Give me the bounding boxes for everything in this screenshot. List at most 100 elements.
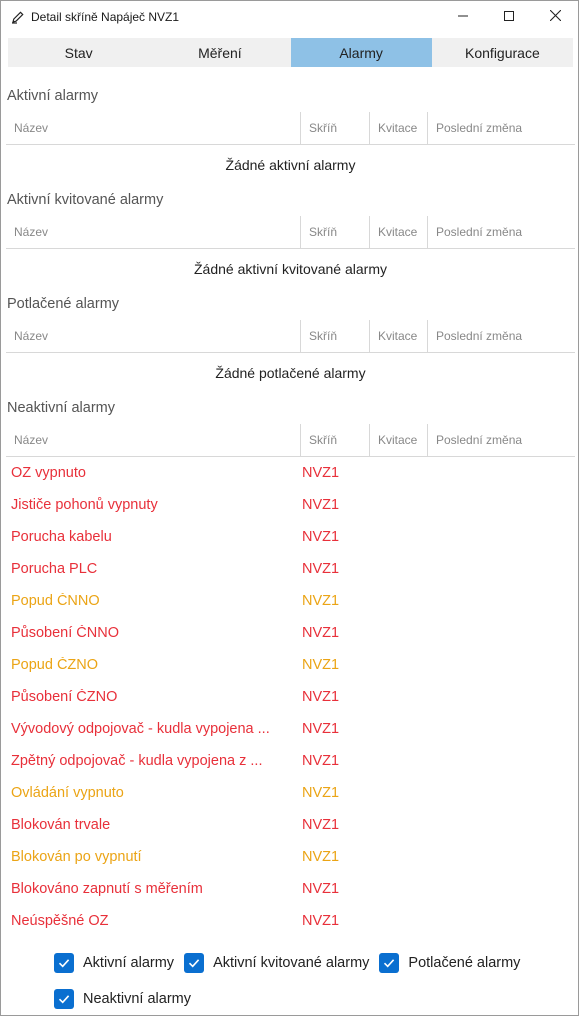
- alarm-name: Zpětný odpojovač - kudla vypojena z ...: [11, 753, 263, 769]
- alarm-row[interactable]: Porucha kabelu NVZ1: [6, 521, 575, 553]
- alarm-row[interactable]: Popud ČNNO NVZ1: [6, 585, 575, 617]
- alarms-panel: Aktivní alarmy Název Skříň Kvitace Posle…: [6, 81, 575, 937]
- column-header-name[interactable]: Název: [6, 320, 301, 352]
- alarm-box: NVZ1: [302, 721, 340, 737]
- alarm-name: Porucha PLC: [11, 561, 98, 577]
- inactive-alarms-header: Název Skříň Kvitace Poslední změna: [6, 423, 575, 457]
- alarm-name: Blokováno zapnutí s měřením: [11, 881, 203, 897]
- acked-alarms-title: Aktivní kvitované alarmy: [7, 192, 164, 208]
- alarm-row[interactable]: Jističe pohonů vypnuty NVZ1: [6, 489, 575, 521]
- alarm-box: NVZ1: [302, 529, 340, 545]
- alarm-name: Působení ČNNO: [11, 625, 119, 641]
- column-header-last-change[interactable]: Poslední změna: [428, 424, 575, 456]
- column-header-name[interactable]: Název: [6, 424, 301, 456]
- check-icon: [384, 959, 395, 968]
- column-header-name[interactable]: Název: [6, 216, 301, 248]
- tab-alarmy[interactable]: Alarmy: [290, 38, 432, 67]
- filter-active-alarms[interactable]: Aktivní alarmy: [54, 953, 174, 973]
- checkbox-checked[interactable]: [379, 953, 400, 973]
- alarm-box: NVZ1: [302, 689, 340, 705]
- filter-suppressed-alarms[interactable]: Potlačené alarmy: [379, 953, 520, 973]
- alarm-name: Působení ČZNO: [11, 689, 118, 705]
- alarm-box: NVZ1: [302, 913, 340, 929]
- filter-inactive-alarms[interactable]: Neaktivní alarmy: [54, 989, 191, 1009]
- filter-label: Aktivní alarmy: [83, 955, 175, 971]
- active-alarms-empty: Žádné aktivní alarmy: [225, 157, 356, 173]
- alarm-row[interactable]: Blokováno zapnutí s měřením NVZ1: [6, 873, 575, 905]
- alarm-row[interactable]: Blokován po vypnutí NVZ1: [6, 841, 575, 873]
- acked-alarms-header: Název Skříň Kvitace Poslední změna: [6, 215, 575, 249]
- alarm-row[interactable]: OZ vypnuto NVZ1: [6, 457, 575, 489]
- tab-stav[interactable]: Stav: [8, 38, 149, 67]
- filter-acked-alarms[interactable]: Aktivní kvitované alarmy: [184, 953, 369, 973]
- alarm-box: NVZ1: [302, 657, 340, 673]
- checkbox-checked[interactable]: [184, 953, 205, 973]
- check-icon: [58, 995, 70, 1004]
- filter-label: Neaktivní alarmy: [83, 991, 191, 1007]
- alarm-detail-window: Detail skříně Napáječ NVZ1 Stav Měření A…: [0, 0, 579, 1016]
- inactive-alarms-list: OZ vypnuto NVZ1 Jističe pohonů vypnuty NVZ1…: [6, 457, 575, 937]
- suppressed-alarms-title: Potlačené alarmy: [7, 296, 120, 312]
- alarm-box: NVZ1: [302, 465, 340, 481]
- alarm-name: OZ vypnuto: [11, 465, 86, 481]
- alarm-row[interactable]: Ovládání vypnuto NVZ1: [6, 777, 575, 809]
- column-header-last-change[interactable]: Poslední změna: [428, 216, 575, 248]
- column-header-box[interactable]: Skříň: [301, 112, 370, 144]
- minimize-icon: [458, 8, 468, 26]
- alarm-box: NVZ1: [302, 625, 340, 641]
- filter-label: Potlačené alarmy: [408, 955, 521, 971]
- alarm-box: NVZ1: [302, 881, 340, 897]
- close-icon: [549, 8, 561, 26]
- alarm-row[interactable]: Popud ČZNO NVZ1: [6, 649, 575, 681]
- column-header-last-change[interactable]: Poslední změna: [428, 320, 575, 352]
- active-alarms-title: Aktivní alarmy: [7, 88, 99, 104]
- alarm-box: NVZ1: [302, 849, 340, 865]
- alarm-row[interactable]: Porucha PLC NVZ1: [6, 553, 575, 585]
- check-icon: [58, 959, 70, 968]
- minimize-button[interactable]: [440, 1, 486, 33]
- alarm-row[interactable]: Vývodový odpojovač - kudla vypojena ... N…: [6, 713, 575, 745]
- column-header-box[interactable]: Skříň: [301, 320, 370, 352]
- column-header-ack[interactable]: Kvitace: [370, 216, 428, 248]
- column-header-ack[interactable]: Kvitace: [370, 320, 428, 352]
- maximize-button[interactable]: [486, 1, 532, 33]
- close-button[interactable]: [532, 1, 578, 33]
- alarm-row[interactable]: Působení ČZNO NVZ1: [6, 681, 575, 713]
- alarm-name: Ovládání vypnuto: [11, 785, 124, 801]
- alarm-row[interactable]: Blokován trvale NVZ1: [6, 809, 575, 841]
- alarm-box: NVZ1: [302, 561, 340, 577]
- column-header-ack[interactable]: Kvitace: [370, 112, 428, 144]
- tab-bar: Stav Měření Alarmy Konfigurace: [8, 38, 573, 67]
- alarm-name: Popud ČNNO: [11, 593, 100, 609]
- alarm-name: Blokován trvale: [11, 817, 111, 833]
- alarm-name: Popud ČZNO: [11, 657, 99, 673]
- alarm-name: Vývodový odpojovač - kudla vypojena ...: [11, 721, 270, 737]
- alarm-name: Blokován po vypnutí: [11, 849, 142, 865]
- alarm-box: NVZ1: [302, 785, 340, 801]
- column-header-name[interactable]: Název: [6, 112, 301, 144]
- tab-konfigurace[interactable]: Konfigurace: [432, 38, 573, 67]
- alarm-row[interactable]: Působení ČNNO NVZ1: [6, 617, 575, 649]
- alarm-name: Neúspěšné OZ: [11, 913, 109, 929]
- active-alarms-header: Název Skříň Kvitace Poslední změna: [6, 111, 575, 145]
- acked-alarms-empty: Žádné aktivní kvitované alarmy: [194, 261, 387, 277]
- column-header-ack[interactable]: Kvitace: [370, 424, 428, 456]
- filter-label: Aktivní kvitované alarmy: [213, 955, 370, 971]
- alarm-row[interactable]: Neúspěšné OZ NVZ1: [6, 905, 575, 937]
- checkbox-checked[interactable]: [54, 953, 74, 973]
- suppressed-alarms-header: Název Skříň Kvitace Poslední změna: [6, 319, 575, 353]
- alarm-filters: Aktivní alarmy Aktivní kvitované alarmy …: [54, 947, 564, 1016]
- alarm-box: NVZ1: [302, 817, 340, 833]
- column-header-last-change[interactable]: Poslední změna: [428, 112, 575, 144]
- column-header-box[interactable]: Skříň: [301, 424, 370, 456]
- column-header-box[interactable]: Skříň: [301, 216, 370, 248]
- alarm-box: NVZ1: [302, 753, 340, 769]
- tab-mereni[interactable]: Měření: [149, 38, 290, 67]
- checkbox-checked[interactable]: [54, 989, 74, 1009]
- alarm-row[interactable]: Zpětný odpojovač - kudla vypojena z ... N…: [6, 745, 575, 777]
- title-bar[interactable]: Detail skříně Napáječ NVZ1: [1, 1, 578, 33]
- maximize-icon: [504, 8, 514, 26]
- inactive-alarms-title: Neaktivní alarmy: [7, 400, 115, 416]
- window-title: Detail skříně Napáječ NVZ1: [31, 10, 180, 24]
- alarm-box: NVZ1: [302, 497, 340, 513]
